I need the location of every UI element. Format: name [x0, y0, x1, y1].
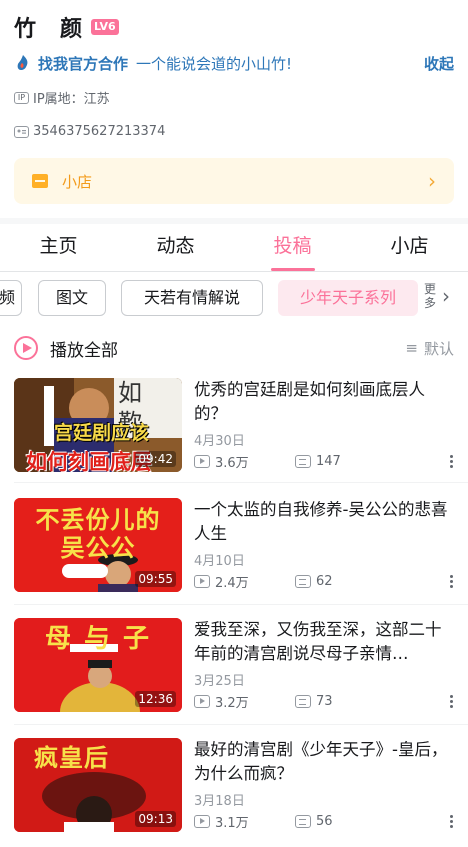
- video-date: 3月25日: [194, 674, 245, 689]
- profile-tabs: 主页 动态 投稿 小店: [0, 224, 468, 272]
- video-duration: 09:42: [135, 451, 176, 467]
- level-badge: LV6: [91, 19, 119, 35]
- username: 竹 颜: [14, 17, 84, 42]
- profile-name-row: 竹 颜 LV6: [14, 10, 119, 44]
- sort-label: 默认: [423, 339, 454, 358]
- tab-dynamics[interactable]: 动态: [117, 224, 234, 271]
- chip-tianruo[interactable]: 天若有情解说: [121, 280, 263, 316]
- view-count: 3.6万: [215, 456, 249, 471]
- chips-more[interactable]: 更多: [424, 282, 438, 310]
- danmaku-count: 56: [316, 814, 333, 829]
- official-cooperation-row: 找我官方合作 一个能说会道的小山竹! 收起: [14, 50, 454, 76]
- play-count-icon: [194, 815, 210, 828]
- video-item[interactable]: 不丢份儿的 吴公公 09:55 一个太监的自我修养-吴公公的悲喜人生 4月10日…: [14, 498, 454, 594]
- thumbnail-caption-bottom: 如何刻画底层: [26, 450, 152, 472]
- more-options-icon[interactable]: [448, 454, 454, 469]
- collection-chips: 频 图文 天若有情解说 少年天子系列 更多 ›: [0, 280, 468, 318]
- video-duration: 09:55: [135, 571, 176, 587]
- video-item[interactable]: 疯皇后 09:13 最好的清宫剧《少年天子》-皇后，为什么而疯？ 3月18日 3…: [14, 738, 454, 834]
- list-separator: [14, 482, 468, 483]
- list-icon: ≡: [405, 339, 418, 357]
- shop-card[interactable]: 小店 ›: [14, 158, 454, 204]
- danmaku-icon: [295, 695, 311, 708]
- video-thumbnail[interactable]: 不丢份儿的 吴公公 09:55: [14, 498, 182, 592]
- thumbnail-caption-top: 母 与 子: [44, 624, 152, 654]
- chevron-right-icon: ›: [428, 169, 436, 193]
- shop-icon: [32, 174, 48, 188]
- thumbnail-caption-top: 疯皇后: [34, 744, 109, 772]
- view-count: 2.4万: [215, 576, 249, 591]
- chip-graphic[interactable]: 图文: [38, 280, 106, 316]
- danmaku-count: 147: [316, 454, 341, 469]
- ip-location-row: IP IP属地：江苏: [14, 88, 110, 107]
- chip-shaonian-tianzi[interactable]: 少年天子系列: [278, 280, 418, 316]
- uid-value: 3546375627213374: [33, 124, 166, 139]
- more-options-icon[interactable]: [448, 694, 454, 709]
- more-options-icon[interactable]: [448, 814, 454, 829]
- tab-uploads[interactable]: 投稿: [234, 224, 351, 271]
- play-count-icon: [194, 695, 210, 708]
- video-stats: 2.4万 62: [194, 572, 333, 591]
- video-date: 4月10日: [194, 554, 245, 569]
- video-stats: 3.1万 56: [194, 812, 333, 831]
- video-thumbnail[interactable]: 母 与 子 12:36: [14, 618, 182, 712]
- play-circle-icon[interactable]: [14, 336, 38, 360]
- danmaku-icon: [295, 455, 311, 468]
- official-flame-icon: [17, 55, 28, 70]
- ip-icon: IP: [14, 91, 29, 104]
- tab-shop[interactable]: 小店: [351, 224, 468, 271]
- play-all-row: 播放全部 ≡ 默认: [14, 334, 454, 362]
- view-count: 3.1万: [215, 816, 249, 831]
- danmaku-count: 62: [316, 574, 333, 589]
- thumbnail-caption-top: 宫廷剧应该: [54, 422, 150, 444]
- chevron-right-icon[interactable]: ›: [442, 284, 450, 308]
- video-duration: 12:36: [135, 691, 176, 707]
- danmaku-count: 73: [316, 694, 333, 709]
- chip-video[interactable]: 频: [0, 280, 22, 316]
- list-separator: [14, 724, 468, 725]
- uid-icon: [14, 125, 29, 138]
- video-date: 3月18日: [194, 794, 245, 809]
- tab-home[interactable]: 主页: [0, 224, 117, 271]
- video-thumbnail[interactable]: 如 歎 宫廷剧应该 如何刻画底层 09:42: [14, 378, 182, 472]
- more-options-icon[interactable]: [448, 574, 454, 589]
- play-count-icon: [194, 575, 210, 588]
- video-stats: 3.2万 73: [194, 692, 333, 711]
- sort-button[interactable]: ≡ 默认: [405, 338, 454, 359]
- play-count-icon: [194, 455, 210, 468]
- official-title[interactable]: 找我官方合作: [38, 53, 128, 74]
- view-count: 3.2万: [215, 696, 249, 711]
- video-title[interactable]: 一个太监的自我修养-吴公公的悲喜人生: [194, 498, 456, 546]
- ip-location: IP属地：江苏: [33, 92, 110, 107]
- danmaku-icon: [295, 815, 311, 828]
- list-separator: [14, 604, 468, 605]
- video-item[interactable]: 母 与 子 12:36 爱我至深，又伤我至深，这部二十年前的清宫剧说尽母子亲情……: [14, 618, 454, 714]
- collapse-button[interactable]: 收起: [424, 53, 454, 74]
- video-title[interactable]: 爱我至深，又伤我至深，这部二十年前的清宫剧说尽母子亲情…: [194, 618, 456, 666]
- uid-row: 3546375627213374: [14, 124, 165, 139]
- thumbnail-caption-bottom: 吴公公: [60, 534, 136, 562]
- video-item[interactable]: 如 歎 宫廷剧应该 如何刻画底层 09:42 优秀的宫廷剧是如何刻画底层人的？ …: [14, 378, 454, 474]
- video-title[interactable]: 最好的清宫剧《少年天子》-皇后，为什么而疯？: [194, 738, 456, 786]
- video-date: 4月30日: [194, 434, 245, 449]
- video-stats: 3.6万 147: [194, 452, 341, 471]
- video-duration: 09:13: [135, 811, 176, 827]
- danmaku-icon: [295, 575, 311, 588]
- play-all-button[interactable]: 播放全部: [50, 336, 118, 361]
- shop-label: 小店: [62, 172, 93, 191]
- official-description: 一个能说会道的小山竹!: [136, 54, 293, 73]
- video-thumbnail[interactable]: 疯皇后 09:13: [14, 738, 182, 832]
- video-title[interactable]: 优秀的宫廷剧是如何刻画底层人的？: [194, 378, 456, 426]
